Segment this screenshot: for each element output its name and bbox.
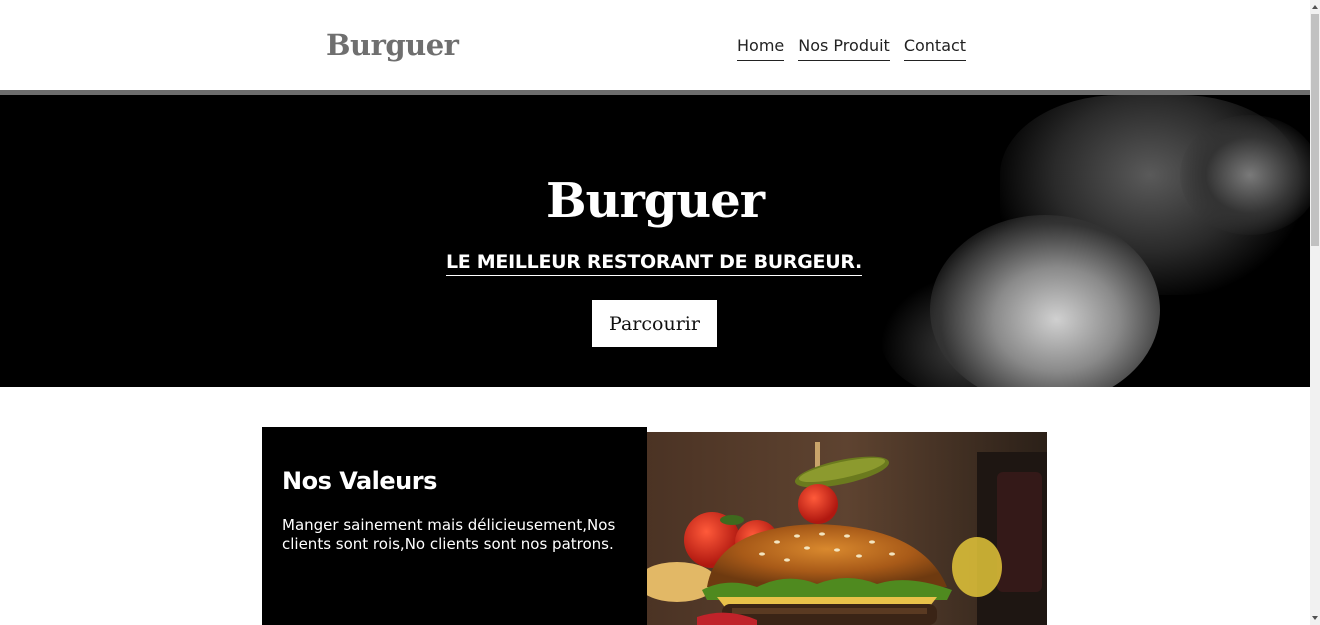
scrollbar-thumb[interactable]: [1311, 14, 1319, 246]
page-scrollbar[interactable]: [1310, 0, 1320, 625]
burger-image: [647, 432, 1047, 625]
parcourir-button[interactable]: Parcourir: [592, 300, 717, 347]
scroll-down-arrow-icon[interactable]: [1310, 611, 1320, 625]
hero-title: Burguer: [545, 173, 765, 229]
page: Burguer Home Nos Produit Contact Burguer…: [0, 0, 1310, 625]
nav-link-nos-produit[interactable]: Nos Produit: [798, 36, 890, 61]
values-text: Manger sainement mais délicieusement,Nos…: [282, 516, 616, 553]
nav-link-home[interactable]: Home: [737, 36, 785, 61]
site-logo[interactable]: Burguer: [326, 28, 459, 62]
nav-link-contact[interactable]: Contact: [903, 36, 967, 61]
scroll-up-arrow-icon[interactable]: [1310, 0, 1320, 14]
main-nav: Home Nos Produit Contact: [737, 36, 967, 61]
hero-subtitle: LE MEILLEUR RESTORANT DE BURGEUR.: [446, 250, 862, 276]
hero-banner: Burguer LE MEILLEUR RESTORANT DE BURGEUR…: [0, 95, 1310, 387]
site-header: Burguer Home Nos Produit Contact: [0, 0, 1310, 90]
burger-illustration: [647, 432, 1047, 625]
values-card: Nos Valeurs Manger sainement mais délici…: [262, 427, 647, 625]
values-title: Nos Valeurs: [282, 467, 437, 495]
